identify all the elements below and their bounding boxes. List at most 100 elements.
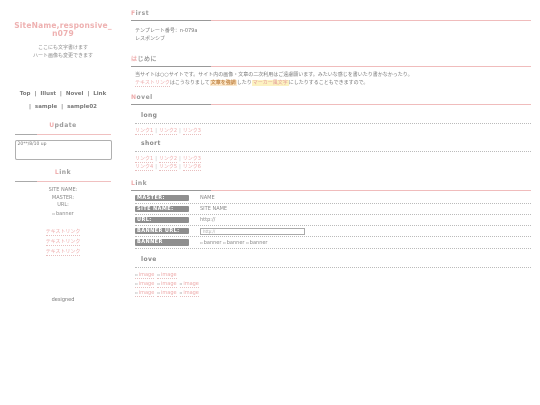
novel-short-link-6[interactable]: リンク6: [182, 164, 201, 171]
link-banner-row: BANNER banner banner banner: [135, 237, 531, 249]
link-url-row: URL: http://: [135, 215, 531, 226]
novel-long-link-2[interactable]: リンク2: [158, 128, 178, 135]
intro-text-2: テキストリンクはこうなりまして文章を強調したりマーカー風文字にしたりすることもで…: [135, 79, 531, 88]
love-image[interactable]: image: [157, 272, 177, 279]
link-site-name: SITE NAME:: [48, 187, 78, 193]
link-separator: |: [155, 164, 157, 170]
intro-text-a: はこうなりまして: [169, 79, 210, 86]
banner-url-label: BANNER URL:: [135, 227, 189, 235]
nav-separator: |: [34, 91, 37, 97]
nav-separator: |: [87, 91, 90, 97]
banner-url-input[interactable]: http://: [200, 227, 305, 235]
love-images-row2: imageimageimage: [135, 280, 531, 289]
intro-heading: はじめに: [131, 54, 531, 63]
love-images-row1: imageimage: [135, 271, 531, 280]
love-image[interactable]: image: [179, 290, 199, 297]
side-text-link-3[interactable]: テキストリンク: [45, 249, 81, 256]
banner-image-3[interactable]: banner: [246, 240, 267, 246]
global-nav-row2: | sample | sample02: [8, 101, 118, 114]
intro-marker: マーカー風文字: [251, 79, 289, 86]
nav-illust[interactable]: Illust: [40, 91, 56, 97]
link-site-row: SITE NAME: SITE NAME: [135, 204, 531, 215]
nav-separator: |: [59, 91, 62, 97]
side-text-link-1[interactable]: テキストリンク: [45, 229, 81, 236]
link-heading-rest: ink: [59, 169, 72, 176]
intro-text: 当サイトは○○サイトです。サイト内の画像・文章の二次利用はご遠慮願います。みたい…: [135, 72, 413, 78]
intro-heading-rest: じめに: [137, 56, 158, 63]
intro-text-link[interactable]: テキストリンク: [135, 79, 170, 87]
site-name-value: SITE NAME: [200, 206, 228, 212]
nav-top[interactable]: Top: [20, 91, 31, 97]
first-heading: First: [131, 10, 531, 17]
link-separator: |: [179, 156, 181, 162]
link-section-heading-rest: ink: [135, 180, 148, 187]
love-image[interactable]: image: [135, 290, 155, 297]
nav-sample[interactable]: sample: [35, 104, 57, 110]
site-name[interactable]: SiteName,responsive_ n079: [8, 22, 118, 38]
update-divider: [15, 134, 111, 135]
link-separator: |: [155, 128, 157, 134]
novel-short-link-4[interactable]: リンク4: [135, 164, 154, 171]
novel-short-link-3[interactable]: リンク3: [182, 156, 201, 163]
update-textarea[interactable]: 20**/8/10 up: [14, 140, 112, 160]
nav-sample02[interactable]: sample02: [67, 104, 97, 110]
link-master: MASTER:: [51, 194, 75, 201]
first-heading-rest: irst: [135, 10, 150, 17]
site-name-label: SITE NAME:: [135, 205, 189, 213]
link-separator: |: [179, 128, 181, 134]
responsive-label: レスポンシブ: [135, 35, 166, 42]
global-nav: Top | Illust | Novel | Link | sample | s…: [8, 88, 118, 114]
site-name-line2: n079: [52, 29, 74, 38]
site-desc-line2: ハート画像も変更できます: [32, 53, 93, 59]
site-desc-line1: ここにも文字書けます: [37, 45, 88, 51]
link-separator: |: [179, 164, 181, 170]
intro-text-c: にしたりすることもできますので。: [288, 79, 369, 86]
update-heading: Update: [8, 122, 118, 129]
love-image[interactable]: image: [135, 281, 155, 288]
main-content: First テンプレート番号：n-079a レスポンシブ はじめに 当サイトは○…: [131, 10, 531, 298]
love-image[interactable]: image: [157, 290, 177, 297]
novel-heading-rest: ovel: [136, 94, 153, 101]
novel-short-links-row1: リンク1 | リンク2 | リンク3: [135, 155, 531, 163]
novel-long-heading: long: [141, 112, 158, 119]
url-label: URL:: [135, 216, 189, 224]
banner-label: BANNER: [135, 239, 189, 246]
novel-long-link-3[interactable]: リンク3: [182, 128, 201, 135]
side-text-link-2[interactable]: テキストリンク: [45, 239, 81, 246]
sidebar: SiteName,responsive_ n079 ここにも文字書けます ハート…: [8, 22, 118, 304]
novel-short-link-1[interactable]: リンク1: [135, 156, 154, 163]
link-banner-image: banner: [8, 210, 118, 219]
nav-link[interactable]: Link: [93, 91, 106, 97]
love-image[interactable]: image: [135, 272, 155, 279]
novel-long-links: リンク1 | リンク2 | リンク3: [135, 127, 531, 135]
nav-novel[interactable]: Novel: [66, 91, 84, 97]
love-images-row3: imageimageimage: [135, 289, 531, 298]
link-divider: [15, 181, 111, 182]
love-image[interactable]: image: [157, 281, 177, 288]
link-master-row: MASTER: NAME: [135, 193, 531, 204]
novel-short-heading: short: [141, 140, 161, 147]
banner-images: banner banner banner: [200, 240, 268, 246]
global-nav-row1: Top | Illust | Novel | Link: [8, 88, 118, 101]
master-value: NAME: [200, 195, 215, 201]
novel-long-link-1[interactable]: リンク1: [135, 128, 154, 135]
love-image[interactable]: image: [179, 281, 199, 288]
master-label: MASTER:: [135, 194, 189, 202]
nav-separator: |: [28, 104, 31, 110]
site-description: ここにも文字書けます ハート画像も変更できます: [8, 44, 118, 60]
novel-short-link-2[interactable]: リンク2: [158, 156, 178, 163]
novel-heading: Novel: [131, 94, 531, 101]
novel-short-links-row2: リンク4 | リンク5 | リンク6: [135, 163, 531, 171]
link-section-heading: Link: [131, 180, 531, 187]
novel-short-link-5[interactable]: リンク5: [158, 164, 178, 171]
url-value[interactable]: http://: [200, 217, 215, 223]
link-banner-url-row: BANNER URL: http://: [135, 226, 531, 237]
update-heading-rest: pdate: [54, 122, 77, 129]
nav-separator: |: [61, 104, 64, 110]
designed-credit[interactable]: designed: [8, 297, 118, 303]
banner-image-1[interactable]: banner: [200, 240, 221, 246]
template-number: テンプレート番号：n-079a: [135, 28, 198, 34]
link-separator: |: [155, 156, 157, 162]
banner-image-2[interactable]: banner: [223, 240, 244, 246]
link-heading: Link: [8, 169, 118, 176]
